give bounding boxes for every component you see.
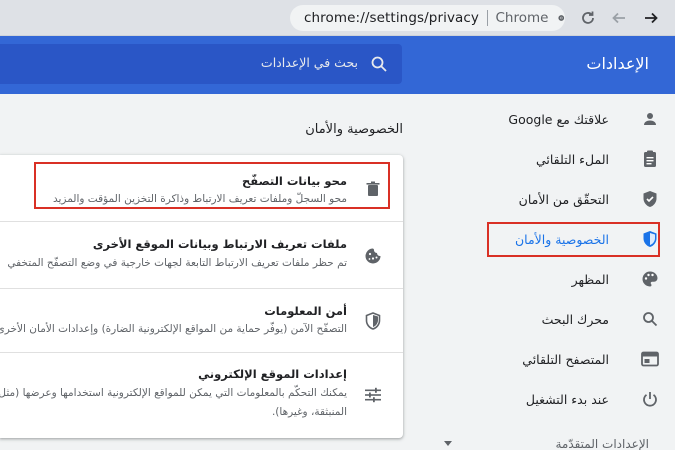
back-button[interactable] (639, 6, 663, 30)
settings-search-input[interactable]: بحث في الإعدادات (0, 44, 402, 84)
settings-header: بحث في الإعدادات الإعدادات (0, 36, 675, 94)
search-placeholder: بحث في الإعدادات (260, 55, 358, 70)
active-item-highlight (487, 222, 660, 257)
browser-icon (639, 348, 661, 370)
sidebar-item-label: التحقّق من الأمان (518, 191, 609, 207)
security-row[interactable]: أمن المعلومات التصفّح الآمن (يوفّر حماية… (0, 289, 403, 352)
arrow-left-icon (612, 12, 625, 24)
sidebar-item-label: الملء التلقائي (535, 151, 609, 167)
row-title: ملفات تعريف الارتباط وبيانات الموقع الأخ… (92, 237, 347, 251)
tune-icon (363, 385, 383, 405)
sidebar-item-google[interactable]: علاقتك مع Google (486, 101, 661, 137)
reload-button[interactable] (576, 6, 600, 30)
row-title: إعدادات الموقع الإلكتروني (198, 367, 347, 381)
arrow-right-icon (645, 12, 658, 24)
sidebar-item-safety-check[interactable]: التحقّق من الأمان (486, 181, 661, 217)
sidebar-item-label: المظهر (571, 271, 609, 287)
reload-icon (582, 11, 594, 24)
row-description-continued: المنبثقة، وغيرها). (271, 406, 347, 418)
power-icon (639, 388, 661, 410)
sidebar-item-autofill[interactable]: الملء التلقائي (486, 141, 661, 177)
clipboard-icon (639, 148, 661, 170)
sidebar-item-appearance[interactable]: المظهر (486, 261, 661, 297)
palette-icon (639, 268, 661, 290)
clear-browsing-data-highlight (34, 162, 390, 209)
security-shield-icon (363, 311, 383, 331)
search-icon (371, 56, 387, 72)
address-bar[interactable]: chrome://settings/privacy Chrome (290, 5, 565, 31)
search-engine-icon (639, 308, 661, 330)
row-description: التصفّح الآمن (يوفّر حماية من المواقع ال… (0, 323, 347, 335)
sidebar-item-default-browser[interactable]: المتصفح التلقائي (486, 341, 661, 377)
section-title: الخصوصية والأمان (305, 122, 403, 137)
row-title: أمن المعلومات (264, 304, 347, 318)
row-description: تم حظر ملفات تعريف الارتباط التابعة لجها… (7, 257, 347, 269)
shield-check-icon (639, 188, 661, 210)
chevron-down-icon[interactable] (444, 441, 452, 446)
sidebar-item-label: علاقتك مع Google (508, 111, 609, 127)
chrome-label: Chrome (495, 10, 549, 26)
sidebar-item-on-startup[interactable]: عند بدء التشغيل (486, 381, 661, 417)
cookie-icon (363, 246, 383, 266)
chrome-logo-icon (558, 15, 565, 21)
person-icon (639, 108, 661, 130)
row-description: يمكنك التحكّم بالمعلومات التي يمكن للموا… (0, 387, 347, 399)
sidebar-item-label: عند بدء التشغيل (525, 391, 609, 407)
browser-toolbar: chrome://settings/privacy Chrome (0, 0, 675, 36)
cookies-row[interactable]: ملفات تعريف الارتباط وبيانات الموقع الأخ… (0, 222, 403, 288)
forward-button[interactable] (607, 6, 631, 30)
sidebar-item-label: المتصفح التلقائي (522, 351, 609, 367)
advanced-settings-toggle[interactable]: الإعدادات المتقدّمة (555, 437, 649, 450)
page-title: الإعدادات (586, 54, 649, 73)
sidebar-item-search-engine[interactable]: محرك البحث (486, 301, 661, 337)
url-text: chrome://settings/privacy (304, 10, 480, 26)
sidebar-item-label: محرك البحث (541, 311, 609, 327)
site-settings-row[interactable]: إعدادات الموقع الإلكتروني يمكنك التحكّم … (0, 353, 403, 438)
